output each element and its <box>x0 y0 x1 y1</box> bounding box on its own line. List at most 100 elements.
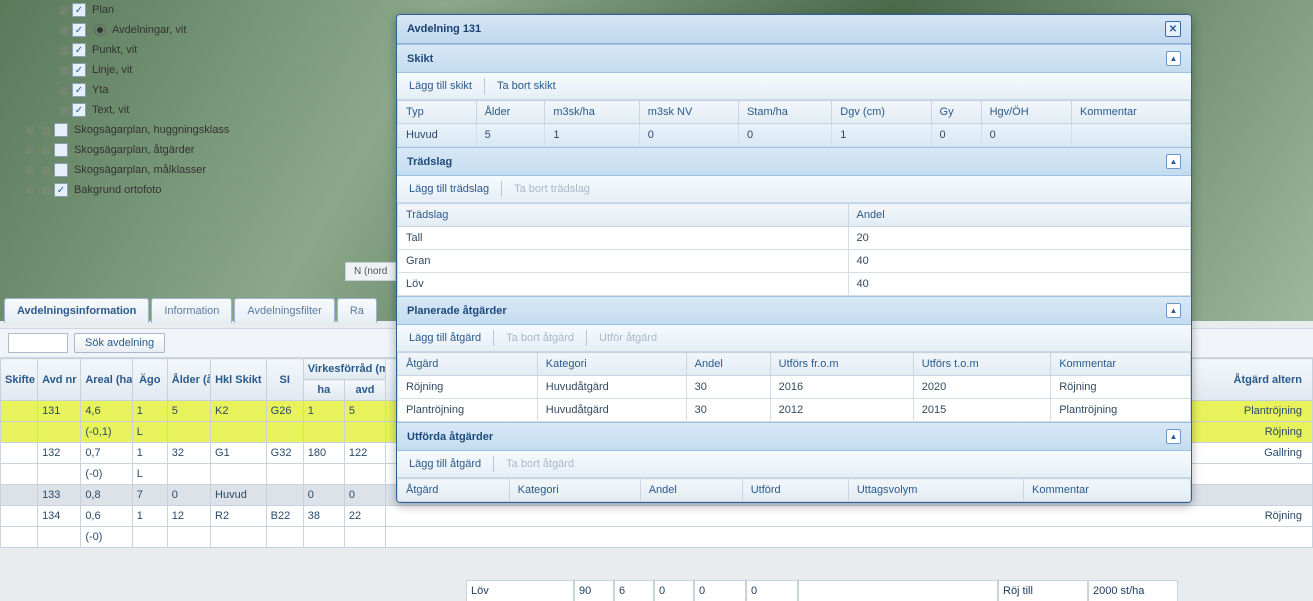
col-header[interactable]: Virkesförråd (m3sk) <box>303 359 385 380</box>
col-header[interactable]: Trädslag <box>398 204 849 227</box>
search-input[interactable] <box>8 333 68 353</box>
collapse-icon[interactable]: ▲ <box>1166 429 1181 444</box>
action-button[interactable]: Lägg till skikt <box>405 78 476 94</box>
col-subheader[interactable]: ha <box>303 380 344 401</box>
expand-icon[interactable] <box>40 62 56 78</box>
layer-row[interactable]: ▧✓Plan <box>4 0 366 20</box>
dialog-title-bar[interactable]: Avdelning 131✕ <box>397 15 1191 44</box>
col-header[interactable]: Ägo <box>132 359 167 401</box>
col-header[interactable]: Skifte <box>1 359 38 401</box>
expand-icon[interactable]: ⊞ <box>22 122 38 138</box>
col-header[interactable]: Åtgärd <box>398 479 510 502</box>
col-header[interactable]: Utförs fr.o.m <box>770 353 913 376</box>
tab-ra[interactable]: Ra <box>337 298 377 323</box>
layer-row[interactable]: ⊞▧✓Bakgrund ortofoto <box>4 180 366 200</box>
cell <box>1 506 38 527</box>
layer-checkbox[interactable]: ✓ <box>72 103 86 117</box>
cell <box>211 464 267 485</box>
layer-checkbox[interactable]: ✓ <box>72 63 86 77</box>
col-header[interactable]: Hkl Skikt <box>211 359 267 401</box>
col-header[interactable]: Avd nr <box>38 359 81 401</box>
col-header[interactable]: Kategori <box>509 479 640 502</box>
table-row[interactable]: PlantröjningHuvudåtgärd3020122015Plantrö… <box>398 399 1191 422</box>
action-button[interactable]: Ta bort skikt <box>493 78 560 94</box>
coord-readout: N (nord <box>345 262 396 281</box>
section-header-skikt[interactable]: Skikt ▲ <box>397 44 1191 73</box>
col-header[interactable]: Dgv (cm) <box>832 101 931 124</box>
search-button[interactable]: Sök avdelning <box>74 333 165 353</box>
layer-row[interactable]: ▧✓Yta <box>4 80 366 100</box>
action-button[interactable]: Lägg till åtgärd <box>405 330 485 346</box>
collapse-icon[interactable]: ▲ <box>1166 154 1181 169</box>
layer-row[interactable]: ▧✓Text, vit <box>4 100 366 120</box>
col-header[interactable]: Typ <box>398 101 477 124</box>
action-button[interactable]: Lägg till åtgärd <box>405 456 485 472</box>
col-header[interactable]: Utförd <box>742 479 848 502</box>
col-header[interactable]: Andel <box>640 479 742 502</box>
cell: 2015 <box>913 399 1050 422</box>
layer-checkbox[interactable]: ✓ <box>72 23 86 37</box>
col-header[interactable]: m3sk NV <box>639 101 738 124</box>
section-header-tradslag[interactable]: Trädslag▲ <box>397 147 1191 176</box>
cell <box>38 527 81 548</box>
col-header[interactable]: Hgv/ÖH <box>981 101 1071 124</box>
col-header[interactable]: Kommentar <box>1071 101 1190 124</box>
layer-checkbox[interactable] <box>54 123 68 137</box>
col-header[interactable]: Andel <box>848 204 1190 227</box>
close-icon[interactable]: ✕ <box>1165 21 1181 37</box>
col-header[interactable]: SI <box>266 359 303 401</box>
table-row[interactable]: (-0) <box>1 527 1313 548</box>
col-header[interactable]: m3sk/ha <box>545 101 639 124</box>
col-header[interactable]: Åtgärd <box>398 353 538 376</box>
table-row[interactable]: RöjningHuvudåtgärd3020162020Röjning <box>398 376 1191 399</box>
collapse-icon[interactable]: ▲ <box>1166 51 1181 66</box>
layer-checkbox[interactable]: ✓ <box>72 83 86 97</box>
col-header[interactable]: Kommentar <box>1024 479 1191 502</box>
layer-checkbox[interactable]: ✓ <box>72 3 86 17</box>
tab-avdelningsfilter[interactable]: Avdelningsfilter <box>234 298 334 323</box>
table-row[interactable]: Tall20 <box>398 227 1191 250</box>
tab-information[interactable]: Information <box>151 298 232 323</box>
layer-radio[interactable] <box>94 24 106 36</box>
col-header[interactable]: Gy <box>931 101 981 124</box>
tab-avdelningsinformation[interactable]: Avdelningsinformation <box>4 298 149 323</box>
expand-icon[interactable]: ⊞ <box>22 182 38 198</box>
expand-icon[interactable] <box>40 82 56 98</box>
section-title: Planerade åtgärder <box>407 305 507 317</box>
col-header[interactable]: Ålder (år) <box>167 359 210 401</box>
layer-row[interactable]: ⊞▧Skogsägarplan, åtgärder <box>4 140 366 160</box>
table-row[interactable]: 1340,6112R2B223822Röjning <box>1 506 1313 527</box>
col-header[interactable]: Areal (ha) <box>81 359 132 401</box>
section-header-planerade[interactable]: Planerade åtgärder ▲ <box>397 296 1191 325</box>
layer-checkbox[interactable] <box>54 143 68 157</box>
col-header[interactable]: Utförs t.o.m <box>913 353 1050 376</box>
layer-row[interactable]: ⊞▧Skogsägarplan, målklasser <box>4 160 366 180</box>
layer-checkbox[interactable]: ✓ <box>54 183 68 197</box>
action-button[interactable]: Lägg till trädslag <box>405 181 493 197</box>
col-header[interactable]: Uttagsvolym <box>848 479 1023 502</box>
col-header[interactable]: Kommentar <box>1051 353 1191 376</box>
col-header[interactable]: Stam/ha <box>738 101 831 124</box>
layer-checkbox[interactable] <box>54 163 68 177</box>
layer-row[interactable]: ▧✓Avdelningar, vit <box>4 20 366 40</box>
col-subheader[interactable]: avd <box>344 380 385 401</box>
section-title: Skikt <box>407 53 433 65</box>
expand-icon[interactable] <box>40 2 56 18</box>
table-row[interactable]: Huvud5100100 <box>398 124 1191 147</box>
collapse-icon[interactable]: ▲ <box>1166 303 1181 318</box>
expand-icon[interactable] <box>40 102 56 118</box>
table-row[interactable]: Löv40 <box>398 273 1191 296</box>
expand-icon[interactable]: ⊞ <box>22 142 38 158</box>
col-header[interactable]: Kategori <box>537 353 686 376</box>
table-row[interactable]: Gran40 <box>398 250 1191 273</box>
col-header[interactable]: Andel <box>686 353 770 376</box>
expand-icon[interactable] <box>40 42 56 58</box>
expand-icon[interactable]: ⊞ <box>22 162 38 178</box>
layer-checkbox[interactable]: ✓ <box>72 43 86 57</box>
layer-row[interactable]: ⊞▧Skogsägarplan, huggningsklass <box>4 120 366 140</box>
expand-icon[interactable] <box>40 22 56 38</box>
section-header-utforda[interactable]: Utförda åtgärder▲ <box>397 422 1191 451</box>
col-header[interactable]: Ålder <box>476 101 545 124</box>
layer-row[interactable]: ▧✓Linje, vit <box>4 60 366 80</box>
layer-row[interactable]: ▧✓Punkt, vit <box>4 40 366 60</box>
